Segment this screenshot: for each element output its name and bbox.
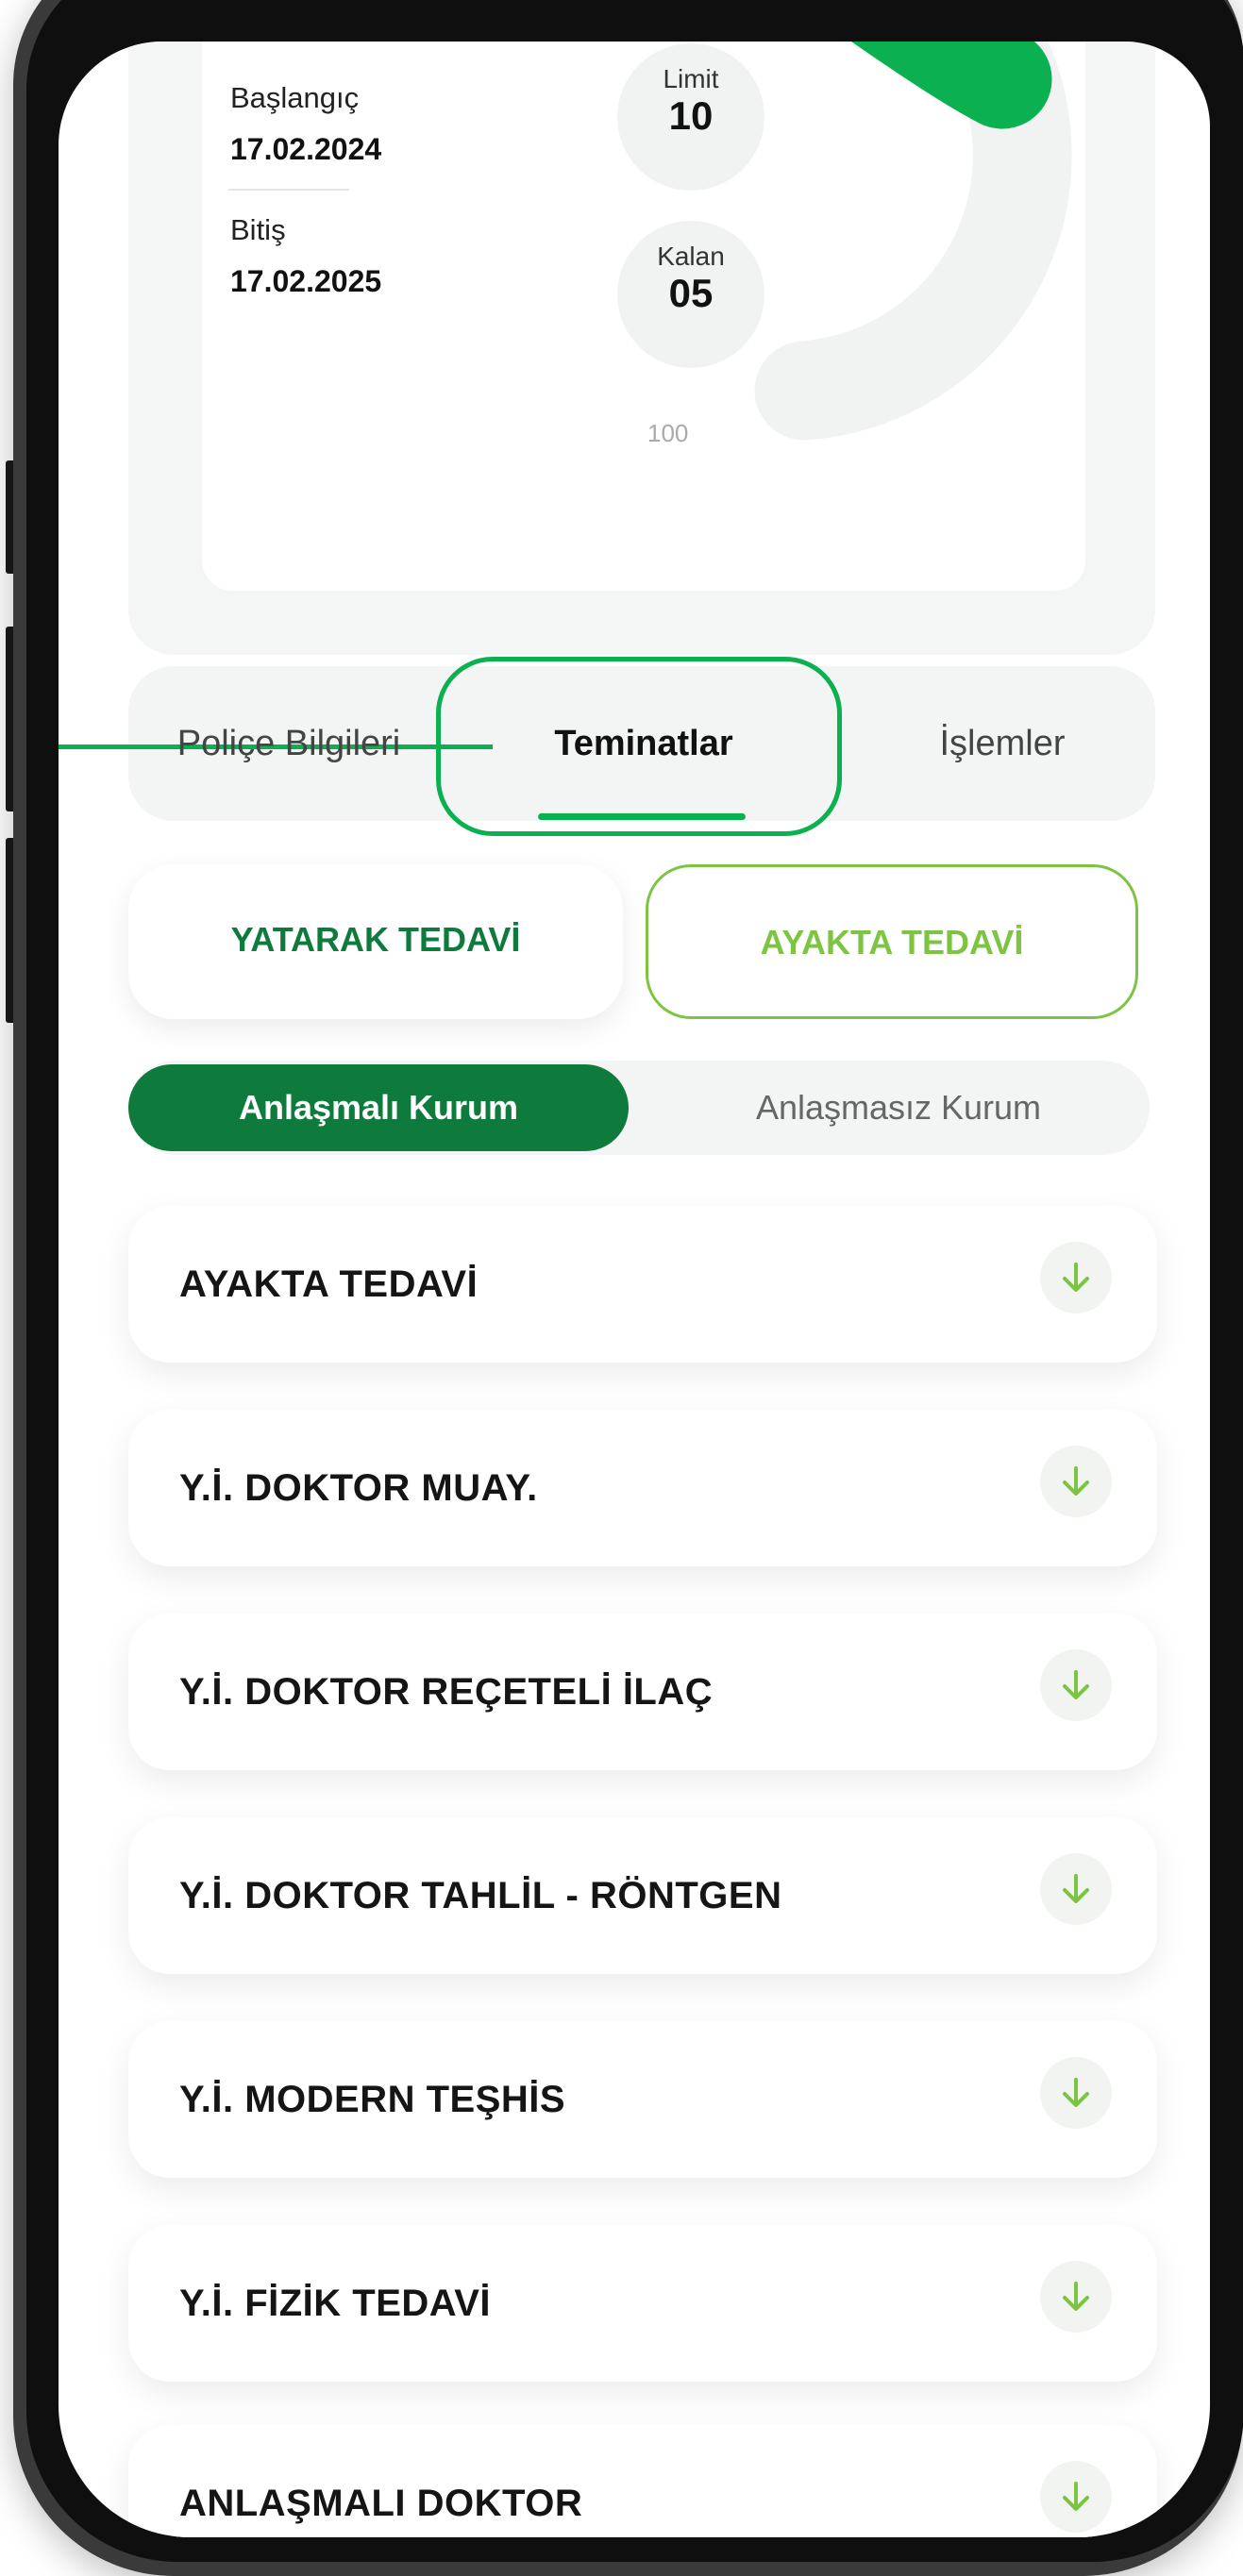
coverage-label: Y.İ. MODERN TEŞHİS (179, 2079, 566, 2120)
expand-button[interactable] (1040, 2461, 1112, 2533)
limit-value: 10 (668, 93, 714, 138)
coverage-item-physiotherapy[interactable]: Y.İ. FİZİK TEDAVİ (128, 2225, 1157, 2382)
coverage-label: Y.İ. DOKTOR TAHLİL - RÖNTGEN (179, 1875, 782, 1916)
date-divider (228, 189, 349, 191)
coverage-label: Y.İ. FİZİK TEDAVİ (179, 2283, 492, 2324)
limit-circle: Limit 10 (617, 43, 764, 191)
expand-button[interactable] (1040, 1649, 1112, 1721)
tab-transactions-label: İşlemler (939, 724, 1066, 763)
start-date-value: 17.02.2024 (230, 132, 382, 166)
coverage-item-modern-diagnosis[interactable]: Y.İ. MODERN TEŞHİS (128, 2021, 1157, 2178)
tab-active-underline (538, 813, 746, 820)
remaining-value: 05 (668, 271, 714, 315)
gauge-max-label: 100 (647, 419, 689, 447)
tab-active-highlight (436, 657, 842, 836)
remaining-label: Kalan (657, 242, 725, 271)
arrow-down-icon (1063, 2282, 1089, 2311)
arrow-down-icon (1063, 1874, 1089, 1903)
expand-button[interactable] (1040, 1853, 1112, 1925)
coverage-label: Y.İ. DOKTOR MUAY. (179, 1467, 538, 1509)
non-contracted-label: Anlaşmasız Kurum (755, 1088, 1042, 1127)
coverage-item-contracted-doctor[interactable]: ANLAŞMALI DOKTOR (128, 2425, 1157, 2537)
contracted-institution-toggle[interactable]: Anlaşmalı Kurum (128, 1064, 629, 1151)
start-date-label: Başlangıç (230, 81, 360, 114)
arrow-down-icon (1063, 2482, 1089, 2511)
phone-screen: Başlangıç 17.02.2024 Bitiş 17.02.2025 Li… (59, 42, 1210, 2537)
expand-button[interactable] (1040, 1242, 1112, 1313)
arrow-down-icon (1063, 2078, 1089, 2107)
outpatient-label: AYAKTA TEDAVİ (760, 923, 1024, 962)
coverage-item-doctor-exam[interactable]: Y.İ. DOKTOR MUAY. (128, 1410, 1157, 1566)
outpatient-button[interactable]: AYAKTA TEDAVİ (646, 864, 1138, 1019)
end-date-label: Bitiş (230, 213, 286, 246)
expand-button[interactable] (1040, 1446, 1112, 1517)
coverage-label: AYAKTA TEDAVİ (179, 1263, 479, 1305)
arrow-down-icon (1063, 1466, 1089, 1496)
tab-police-info-label: Poliçe Bilgileri (176, 724, 401, 763)
coverage-label: Y.İ. DOKTOR REÇETELİ İLAÇ (179, 1671, 714, 1713)
coverage-item-lab-xray[interactable]: Y.İ. DOKTOR TAHLİL - RÖNTGEN (128, 1817, 1157, 1974)
expand-button[interactable] (1040, 2057, 1112, 2129)
gauge-fill (850, 42, 1052, 129)
inpatient-button[interactable]: YATARAK TEDAVİ (128, 864, 623, 1019)
tab-transactions[interactable]: İşlemler (851, 666, 1153, 821)
contracted-label: Anlaşmalı Kurum (238, 1088, 519, 1127)
end-date-value: 17.02.2025 (230, 264, 382, 298)
tab-police-info[interactable]: Poliçe Bilgileri (128, 666, 449, 821)
arrow-down-icon (1063, 1263, 1089, 1292)
coverage-item-outpatient[interactable]: AYAKTA TEDAVİ (128, 1206, 1157, 1363)
expand-button[interactable] (1040, 2261, 1112, 2333)
arrow-down-icon (1063, 1670, 1089, 1699)
coverage-item-prescription[interactable]: Y.İ. DOKTOR REÇETELİ İLAÇ (128, 1614, 1157, 1770)
inpatient-label: YATARAK TEDAVİ (230, 920, 521, 959)
remaining-circle: Kalan 05 (617, 221, 764, 368)
limit-label: Limit (663, 64, 719, 93)
coverage-label: ANLAŞMALI DOKTOR (179, 2483, 583, 2524)
non-contracted-institution-toggle[interactable]: Anlaşmasız Kurum (663, 1064, 1134, 1151)
